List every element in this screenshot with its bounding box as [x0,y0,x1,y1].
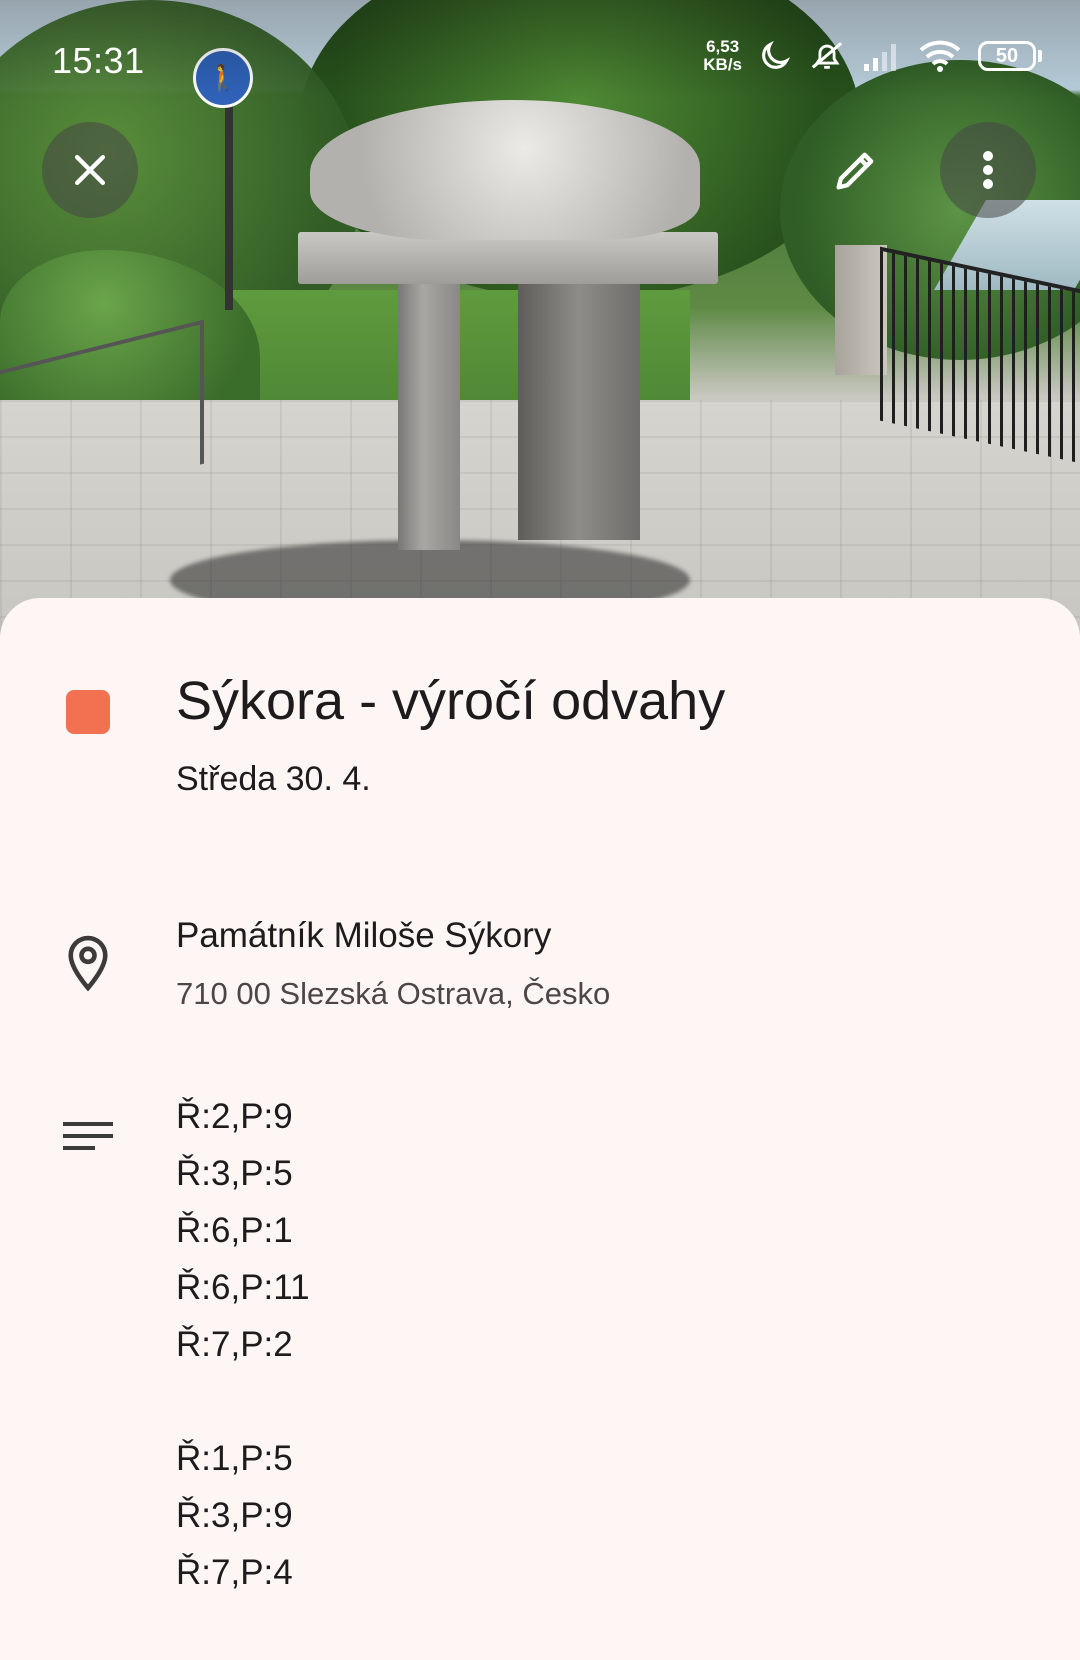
description-line: Ř:3,P:9 [176,1496,293,1535]
pencil-icon [836,152,874,190]
battery-cap [1038,50,1042,62]
status-bar: 15:31 6,53 KB/s 50 [0,0,1080,95]
edit-button[interactable] [808,122,904,218]
signal-icon [862,40,902,72]
event-hero-image: 🚶 [0,0,1080,640]
event-date: Středa 30. 4. [176,760,371,798]
more-vert-icon [983,151,993,189]
description-line: Ř:7,P:2 [176,1325,293,1364]
close-button[interactable] [42,122,138,218]
description-line: Ř:6,P:11 [176,1268,310,1307]
description-line: Ř:3,P:5 [176,1154,293,1193]
wifi-icon [918,39,962,73]
more-options-button[interactable] [940,122,1036,218]
event-details-sheet: Sýkora - výročí odvahy Středa 30. 4. Pam… [0,598,1080,1660]
monument-sculpture [310,100,700,240]
event-title: Sýkora - výročí odvahy [176,671,726,731]
battery-level: 50 [978,41,1036,71]
description-line: Ř:6,P:1 [176,1211,293,1250]
event-color-chip [52,690,124,734]
network-speed-value: 6,53 [706,37,740,56]
event-description: Ř:2,P:9 Ř:3,P:5 Ř:6,P:1 Ř:6,P:11 Ř:7,P:2 Ř:1,… [176,1088,310,1601]
battery-icon: 50 [978,41,1042,71]
location-address[interactable]: 710 00 Slezská Ostrava, Česko [176,976,610,1012]
network-speed-unit: KB/s [703,55,742,74]
monument-pillar [518,280,640,540]
close-icon [74,154,106,186]
description-line: Ř:7,P:4 [176,1553,293,1592]
monument-pillar [398,280,460,550]
location-pin-icon [52,934,124,992]
color-square-icon [66,690,110,734]
description-blank-line [176,1373,310,1430]
description-line: Ř:2,P:9 [176,1097,293,1136]
location-name[interactable]: Památník Miloše Sýkory [176,916,551,956]
network-speed: 6,53 KB/s [703,38,742,74]
description-line: Ř:1,P:5 [176,1439,293,1478]
silent-bell-icon [808,39,846,73]
status-time: 15:31 [52,40,145,81]
status-icons: 6,53 KB/s 50 [703,38,1042,74]
description-icon [52,1118,124,1158]
moon-icon [758,39,792,73]
